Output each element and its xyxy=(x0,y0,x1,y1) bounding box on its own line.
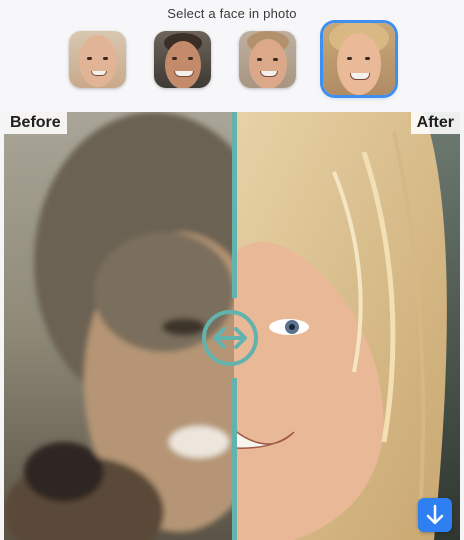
face-selector-header: Select a face in photo xyxy=(0,0,464,112)
download-button[interactable] xyxy=(418,498,452,532)
face-thumbnail-4-selected[interactable] xyxy=(323,23,395,95)
download-arrow-icon xyxy=(426,504,444,525)
face-thumbnail-3[interactable] xyxy=(239,31,296,88)
before-after-photo[interactable]: Before After xyxy=(4,112,460,540)
left-right-arrows-icon xyxy=(213,327,247,349)
after-label: After xyxy=(410,112,460,134)
before-label: Before xyxy=(4,112,67,134)
face-selector-title: Select a face in photo xyxy=(167,6,297,21)
before-image xyxy=(4,112,234,540)
divider-line-top[interactable] xyxy=(232,112,237,298)
divider-line-bottom[interactable] xyxy=(232,378,237,540)
divider-handle[interactable] xyxy=(202,310,258,366)
after-image xyxy=(234,112,460,540)
face-thumbnail-2[interactable] xyxy=(154,31,211,88)
face-thumbnail-1[interactable] xyxy=(69,31,126,88)
